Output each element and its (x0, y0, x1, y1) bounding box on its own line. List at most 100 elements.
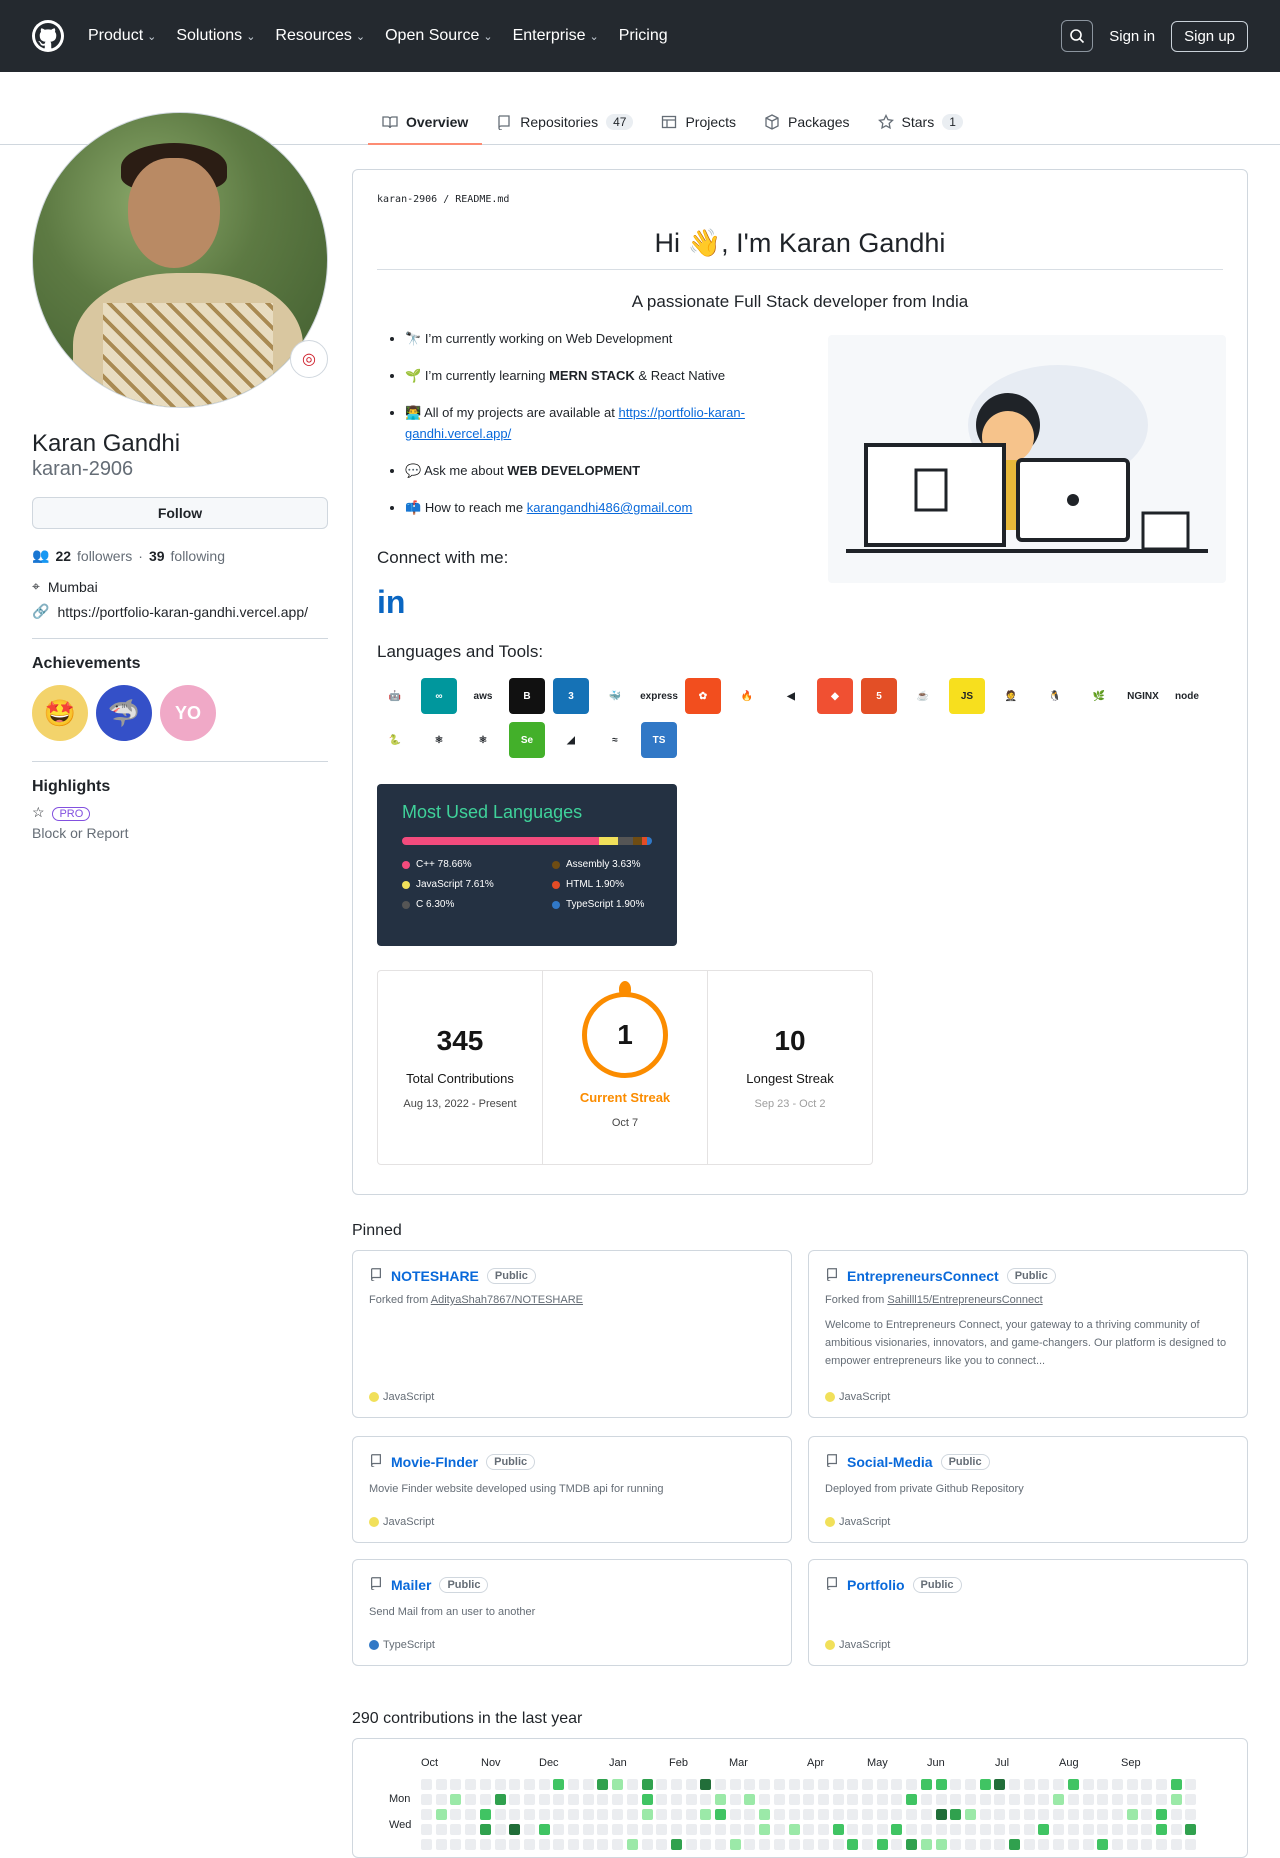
contribution-cell[interactable] (1141, 1839, 1153, 1850)
contribution-cell[interactable] (876, 1839, 888, 1850)
contribution-cell[interactable] (950, 1809, 962, 1820)
followers-label[interactable]: followers (77, 548, 132, 564)
tool-icon[interactable]: 🔥 (729, 678, 765, 714)
contribution-cell[interactable] (744, 1794, 756, 1805)
contribution-cell[interactable] (803, 1839, 815, 1850)
contribution-cell[interactable] (612, 1824, 624, 1835)
contribution-cell[interactable] (862, 1794, 873, 1805)
contribution-cell[interactable] (729, 1839, 741, 1850)
contribution-cell[interactable] (935, 1794, 947, 1805)
contribution-cell[interactable] (744, 1839, 756, 1850)
contribution-cell[interactable] (700, 1839, 712, 1850)
contribution-cell[interactable] (950, 1839, 962, 1850)
contribution-cell[interactable] (950, 1794, 962, 1805)
contribution-cell[interactable] (435, 1839, 447, 1850)
tool-icon[interactable]: node (1169, 678, 1205, 714)
contribution-cell[interactable] (641, 1824, 653, 1835)
tool-icon[interactable]: B (509, 678, 545, 714)
tool-icon[interactable]: 🤖 (377, 678, 413, 714)
nav-item-pricing[interactable]: Pricing (619, 27, 668, 45)
contribution-cell[interactable] (421, 1824, 432, 1835)
contribution-cell[interactable] (832, 1839, 844, 1850)
pinned-repo-name[interactable]: Movie-FInder (391, 1454, 478, 1470)
contribution-cell[interactable] (1156, 1839, 1167, 1850)
contribution-cell[interactable] (1038, 1824, 1050, 1835)
contribution-cell[interactable] (1067, 1809, 1079, 1820)
pinned-repo-name[interactable]: Social-Media (847, 1454, 933, 1470)
contribution-cell[interactable] (685, 1839, 697, 1850)
contribution-cell[interactable] (1038, 1809, 1050, 1820)
contribution-cell[interactable] (626, 1779, 638, 1790)
tab-packages[interactable]: Packages (750, 100, 863, 144)
contribution-cell[interactable] (582, 1794, 594, 1805)
contribution-cell[interactable] (656, 1824, 668, 1835)
contribution-cell[interactable] (876, 1809, 888, 1820)
tab-repositories[interactable]: Repositories 47 (482, 100, 647, 144)
contribution-cell[interactable] (920, 1824, 932, 1835)
contribution-cell[interactable] (1038, 1794, 1050, 1805)
contribution-cell[interactable] (435, 1779, 447, 1790)
fork-link[interactable]: AdityaShah7867/NOTESHARE (431, 1294, 583, 1306)
contribution-cell[interactable] (685, 1824, 697, 1835)
contribution-cell[interactable] (847, 1779, 859, 1790)
contribution-cell[interactable] (1111, 1794, 1123, 1805)
contribution-cell[interactable] (685, 1809, 697, 1820)
contribution-cell[interactable] (891, 1809, 903, 1820)
contribution-cell[interactable] (788, 1809, 800, 1820)
contribution-cell[interactable] (1156, 1824, 1167, 1835)
contribution-cell[interactable] (1185, 1794, 1197, 1805)
contribution-cell[interactable] (641, 1779, 653, 1790)
tool-icon[interactable]: 🌿 (1081, 678, 1117, 714)
contribution-cell[interactable] (964, 1809, 976, 1820)
contribution-cell[interactable] (509, 1779, 521, 1790)
tool-icon[interactable]: 🐍 (377, 722, 413, 758)
contribution-cell[interactable] (597, 1824, 609, 1835)
contribution-cell[interactable] (1009, 1794, 1020, 1805)
nav-item-enterprise[interactable]: Enterprise ⌄ (513, 27, 599, 45)
contribution-cell[interactable] (700, 1809, 712, 1820)
contribution-cell[interactable] (1156, 1779, 1167, 1790)
contribution-cell[interactable] (465, 1779, 477, 1790)
contribution-cell[interactable] (876, 1794, 888, 1805)
contribution-cell[interactable] (935, 1779, 947, 1790)
tool-icon[interactable]: aws (465, 678, 501, 714)
contribution-cell[interactable] (817, 1779, 829, 1790)
contribution-cell[interactable] (832, 1809, 844, 1820)
contribution-cell[interactable] (994, 1809, 1006, 1820)
contribution-cell[interactable] (1126, 1809, 1138, 1820)
contribution-cell[interactable] (1126, 1824, 1138, 1835)
tool-icon[interactable]: NGINX (1125, 678, 1161, 714)
contribution-cell[interactable] (612, 1779, 624, 1790)
tool-icon[interactable]: ◢ (553, 722, 589, 758)
status-target-icon[interactable]: ◎ (290, 340, 328, 378)
contribution-cell[interactable] (435, 1794, 447, 1805)
contribution-cell[interactable] (979, 1809, 991, 1820)
contribution-cell[interactable] (1156, 1809, 1167, 1820)
contribution-cell[interactable] (509, 1809, 521, 1820)
contribution-cell[interactable] (729, 1794, 741, 1805)
contribution-cell[interactable] (582, 1809, 594, 1820)
contribution-cell[interactable] (656, 1794, 668, 1805)
contribution-cell[interactable] (597, 1839, 609, 1850)
website-link[interactable]: https://portfolio-karan-gandhi.vercel.ap… (57, 604, 308, 620)
tool-icon[interactable]: express (640, 678, 678, 714)
contribution-cell[interactable] (1009, 1779, 1020, 1790)
contribution-cell[interactable] (523, 1839, 535, 1850)
contribution-cell[interactable] (435, 1824, 447, 1835)
contribution-cell[interactable] (509, 1794, 521, 1805)
contribution-cell[interactable] (876, 1824, 888, 1835)
contribution-cell[interactable] (479, 1839, 491, 1850)
tool-icon[interactable]: ⚛ (465, 722, 501, 758)
contribution-cell[interactable] (626, 1809, 638, 1820)
contribution-cell[interactable] (729, 1779, 741, 1790)
contribution-cell[interactable] (832, 1794, 844, 1805)
contribution-cell[interactable] (817, 1824, 829, 1835)
contribution-cell[interactable] (994, 1824, 1006, 1835)
contribution-cell[interactable] (685, 1779, 697, 1790)
contribution-cell[interactable] (1082, 1794, 1094, 1805)
contribution-cell[interactable] (494, 1779, 506, 1790)
contribution-cell[interactable] (656, 1779, 668, 1790)
contribution-cell[interactable] (641, 1839, 653, 1850)
contribution-cell[interactable] (597, 1794, 609, 1805)
contribution-cell[interactable] (729, 1809, 741, 1820)
